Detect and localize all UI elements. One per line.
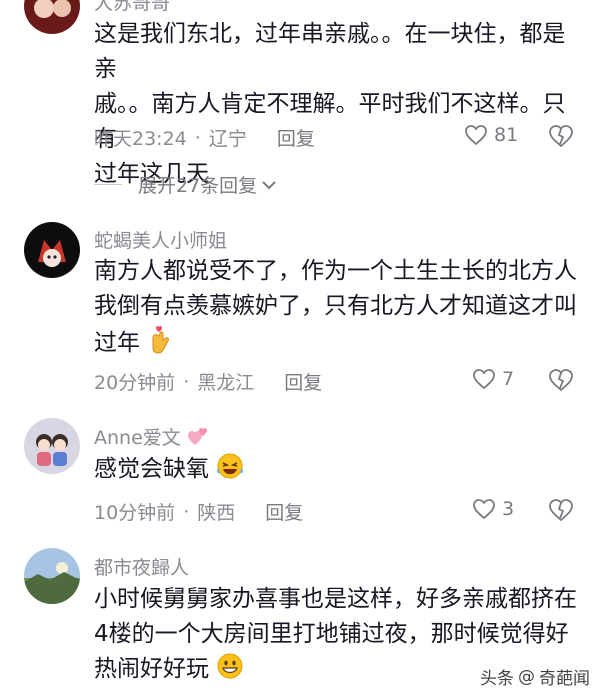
chevron-down-icon: [262, 180, 276, 189]
comment-time: 10分钟前: [94, 502, 176, 524]
avatar[interactable]: [24, 0, 80, 34]
like-button[interactable]: 3: [472, 498, 514, 520]
laughing-tears-emoji: [216, 452, 244, 491]
watermark-brand: 头条: [480, 669, 514, 689]
username[interactable]: 蛇蝎美人小师姐: [94, 226, 227, 253]
username[interactable]: 都市夜歸人: [94, 553, 189, 580]
comment-meta: 20分钟前 · 黑龙江 回复: [94, 368, 322, 395]
avatar[interactable]: [24, 222, 80, 278]
comment-text: 感觉会缺氧: [94, 452, 584, 491]
grinning-emoji: [216, 652, 244, 691]
comment-text-line: 小时候舅舅家办喜事也是这样，好多亲戚都挤在: [94, 586, 577, 612]
watermark-author: 奇葩闻: [539, 669, 590, 689]
comment-text-line: 这是我们东北，过年串亲戚。。在一块住，都是亲: [94, 21, 566, 82]
dislike-heart-icon: [549, 499, 573, 522]
comment-meta: 10分钟前 · 陕西 回复: [94, 498, 303, 525]
dislike-button[interactable]: [548, 124, 574, 152]
watermark: 头条 @ 奇葩闻: [480, 664, 590, 689]
reply-button[interactable]: 回复: [265, 498, 303, 525]
separator-dot: ·: [194, 126, 201, 149]
comment-text-line: 我倒有点羡慕嫉妒了，只有北方人才知道这才叫: [94, 293, 577, 319]
like-count: 7: [502, 368, 515, 390]
expand-replies-label: 展开27条回复: [138, 175, 258, 197]
comment-meta: 昨天23:24 · 辽宁 回复: [94, 124, 315, 151]
dislike-heart-icon: [549, 369, 573, 392]
like-count: 3: [502, 498, 515, 520]
avatar[interactable]: [24, 418, 80, 474]
comment-text: 南方人都说受不了，作为一个土生土长的北方人 我倒有点羡慕嫉妒了，只有北方人才知道…: [94, 254, 584, 365]
dislike-heart-icon: [549, 125, 573, 148]
like-count: 81: [494, 124, 519, 146]
comment-text-fragment: 感觉会缺氧: [94, 456, 209, 482]
comment-text-fragment: 过年: [94, 330, 140, 356]
comment-location: 黑龙江: [197, 372, 255, 394]
reply-button[interactable]: 回复: [277, 124, 315, 151]
heart-icon: [465, 125, 487, 146]
username[interactable]: 大苏哥哥: [94, 0, 170, 15]
username[interactable]: Anne爱文: [94, 423, 209, 450]
comment-text-line: 4楼的一个大房间里打地铺过夜，那时候觉得好: [94, 621, 569, 647]
like-button[interactable]: 7: [472, 368, 514, 390]
heart-hands-emoji: [147, 324, 173, 365]
username-text: Anne爱文: [94, 427, 181, 449]
separator-dot: ·: [183, 370, 190, 393]
heart-icon: [473, 499, 495, 520]
comment-text-line: 感觉会缺氧: [94, 452, 584, 491]
comment-text: 这是我们东北，过年串亲戚。。在一块住，都是亲 戚。。南方人肯定不理解。平时我们不…: [94, 17, 584, 192]
comment-location: 辽宁: [208, 128, 247, 150]
like-button[interactable]: 81: [464, 124, 518, 146]
watermark-at: @: [518, 666, 535, 687]
dislike-button[interactable]: [548, 368, 574, 396]
separator-dot: ·: [183, 500, 190, 523]
comment-text-line: 南方人都说受不了，作为一个土生土长的北方人: [94, 258, 577, 284]
comment-text-fragment: 热闹好好玩: [94, 656, 209, 682]
heart-icon: [473, 369, 495, 390]
comment-time: 20分钟前: [94, 372, 176, 394]
comment-location: 陕西: [197, 502, 236, 524]
comment-text-line-last: 过年: [94, 324, 584, 365]
avatar[interactable]: [24, 548, 80, 604]
pink-hearts-emoji: [187, 428, 207, 445]
reply-button[interactable]: 回复: [284, 368, 322, 395]
expand-replies-button[interactable]: 展开27条回复: [94, 171, 277, 198]
dislike-button[interactable]: [548, 498, 574, 526]
divider-line: [94, 184, 122, 185]
comment-time: 昨天23:24: [94, 128, 187, 150]
